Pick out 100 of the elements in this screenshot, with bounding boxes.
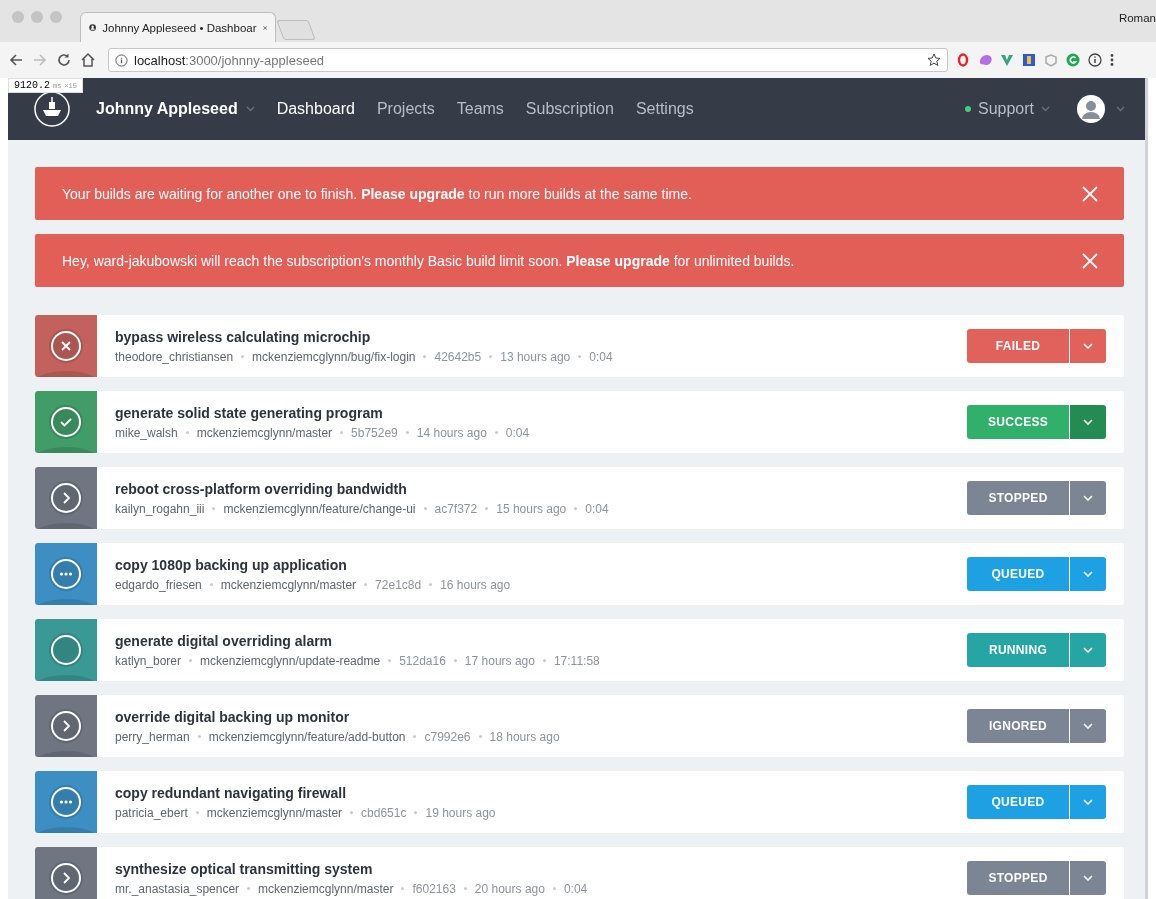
close-button[interactable] (1080, 250, 1100, 271)
ship-logo-icon[interactable] (34, 91, 70, 127)
build-card[interactable]: synthesize optical transmitting system mr._anastasia_spencer mckenziemcglynn/master f602163 20 hours ago 0:04 STOPPED (35, 847, 1124, 899)
build-title[interactable]: generate solid state generating program (115, 404, 967, 421)
build-card[interactable]: copy 1080p backing up application edgardo_friesen mckenziemcglynn/master 72e1c8d 16 hours ago QUEUED (35, 543, 1124, 605)
build-branch[interactable]: mckenziemcglynn/feature/change-ui (223, 501, 416, 516)
build-branch[interactable]: mckenziemcglynn/master (206, 805, 343, 820)
box-icon[interactable] (1044, 53, 1058, 67)
dropdown-button[interactable] (1070, 481, 1106, 515)
build-duration: 0:04 (505, 425, 530, 440)
close-icon (1082, 185, 1098, 202)
build-title[interactable]: synthesize optical transmitting system (115, 860, 967, 877)
caret-icon (1083, 343, 1093, 349)
close-button[interactable] (1080, 183, 1100, 204)
commit-hash: 5b752e9 (351, 425, 398, 440)
nav-link[interactable]: Dashboard (276, 96, 355, 122)
build-time: 13 hours ago (500, 349, 571, 364)
caret-icon (1041, 106, 1050, 112)
caret-icon (1083, 875, 1093, 881)
build-author: mr._anastasia_spencer (115, 881, 240, 896)
back-icon[interactable] (8, 52, 24, 68)
build-time: 19 hours ago (425, 805, 496, 820)
commit-hash: 512da16 (399, 653, 446, 668)
nav-link[interactable]: Projects (376, 96, 435, 122)
caret-icon (1083, 647, 1093, 653)
caret-icon (1083, 723, 1093, 729)
commit-hash: ac7f372 (434, 501, 478, 516)
build-card[interactable]: reboot cross-platform overriding bandwidth kailyn_rogahn_iii mckenziemcglynn/feature/change-ui ac7f372 15 hours ago 0:04 STOPPED (35, 467, 1124, 529)
caret-icon (1083, 571, 1093, 577)
build-branch[interactable]: mckenziemcglynn/master (258, 881, 394, 896)
build-duration: 17:11:58 (553, 653, 600, 668)
star-icon[interactable] (927, 53, 941, 67)
build-branch[interactable]: mckenziemcglynn/master (196, 425, 333, 440)
address-bar[interactable]: localhost:3000/johnny-appleseed (108, 48, 948, 72)
organization-menu[interactable]: Johnny Appleseed (96, 100, 255, 118)
build-duration: 0:04 (563, 881, 588, 896)
build-branch[interactable]: mckenziemcglynn/update-readme (200, 653, 381, 668)
blob-icon[interactable] (978, 53, 992, 67)
status-button[interactable]: IGNORED (967, 709, 1069, 743)
build-title[interactable]: override digital backing up monitor (115, 708, 967, 725)
avatar-icon (1076, 94, 1106, 124)
build-author: theodore_christiansen (115, 349, 234, 364)
v-shape-icon[interactable] (1000, 53, 1014, 67)
build-duration: 0:04 (585, 501, 609, 516)
build-title[interactable]: copy redundant navigating firewall (115, 784, 967, 801)
caret-icon (1083, 419, 1093, 425)
nav-link[interactable]: Teams (456, 96, 504, 122)
forward-icon[interactable] (32, 52, 48, 68)
build-card[interactable]: generate solid state generating program mike_walsh mckenziemcglynn/master 5b752e9 14 hours ago 0:04 SUCCESS (35, 391, 1124, 453)
build-author: katlyn_borer (115, 653, 182, 668)
close-tab-icon[interactable] (262, 23, 267, 32)
status-dot-icon (964, 106, 971, 112)
build-author: perry_herman (115, 729, 190, 744)
more-icon[interactable] (1110, 53, 1114, 67)
caret-icon (1116, 106, 1125, 112)
square-icon[interactable] (1022, 53, 1036, 67)
build-card[interactable]: override digital backing up monitor perry_herman mckenziemcglynn/feature/add-button c7992e6 18 hours ago IGNORED (35, 695, 1124, 757)
build-branch[interactable]: mckenziemcglynn/feature/add-button (208, 729, 406, 744)
caret-icon (1083, 495, 1093, 501)
build-branch[interactable]: mckenziemcglynn/bug/fix-login (252, 349, 416, 364)
status-button[interactable]: STOPPED (967, 481, 1069, 515)
ring-icon[interactable] (956, 53, 970, 67)
build-title[interactable]: copy 1080p backing up application (115, 556, 967, 573)
build-time: 14 hours ago (416, 425, 487, 440)
build-title[interactable]: bypass wireless calculating microchip (115, 328, 967, 345)
build-author: patricia_ebert (115, 805, 188, 820)
dropdown-button[interactable] (1070, 709, 1106, 743)
browser-tab[interactable]: Johnny Appleseed • Dashboar (80, 12, 276, 42)
build-author: kailyn_rogahn_iii (115, 501, 205, 516)
dropdown-button[interactable] (1070, 405, 1106, 439)
caret-icon (1083, 799, 1093, 805)
build-branch[interactable]: mckenziemcglynn/master (220, 577, 357, 592)
build-author: edgardo_friesen (115, 577, 202, 592)
dropdown-button[interactable] (1070, 633, 1106, 667)
build-time: 15 hours ago (496, 501, 567, 516)
dropdown-button[interactable] (1070, 329, 1106, 363)
build-time: 20 hours ago (474, 881, 545, 896)
build-time: 17 hours ago (464, 653, 535, 668)
nav-link[interactable]: Subscription (525, 96, 614, 122)
build-title[interactable]: generate digital overriding alarm (115, 632, 967, 649)
info-icon[interactable] (1088, 53, 1102, 67)
build-time: 18 hours ago (489, 729, 560, 744)
commit-hash: 42642b5 (434, 349, 482, 364)
build-time: 16 hours ago (440, 577, 511, 592)
user-icon (89, 21, 97, 34)
circle-g-icon[interactable] (1066, 53, 1080, 67)
nav-link[interactable]: Settings (635, 96, 694, 122)
build-card[interactable]: bypass wireless calculating microchip theodore_christiansen mckenziemcglynn/bug/fix-login 42642b5 13 hours ago 0:04 FAILED (35, 315, 1124, 377)
reload-icon[interactable] (56, 52, 72, 68)
build-card[interactable]: copy redundant navigating firewall patricia_ebert mckenziemcglynn/master cbd651c 19 hours ago QUEUED (35, 771, 1124, 833)
profile-name[interactable]: Roman (1118, 12, 1156, 24)
home-icon[interactable] (80, 52, 96, 68)
status-button[interactable]: STOPPED (967, 861, 1069, 895)
alert-message: Hey, ward-jakubowski will reach the subscription's monthly Basic build limit soon. Please upgrade for unlimited builds. (62, 252, 796, 269)
account-menu[interactable] (1076, 94, 1125, 124)
commit-hash: 72e1c8d (375, 577, 422, 592)
dropdown-button[interactable] (1070, 861, 1106, 895)
build-title[interactable]: reboot cross-platform overriding bandwidth (115, 480, 967, 497)
build-card[interactable]: generate digital overriding alarm katlyn_borer mckenziemcglynn/update-readme 512da16 17 hours ago 17:11:58 RUNNING (35, 619, 1124, 681)
support-menu[interactable]: Support (964, 100, 1050, 118)
